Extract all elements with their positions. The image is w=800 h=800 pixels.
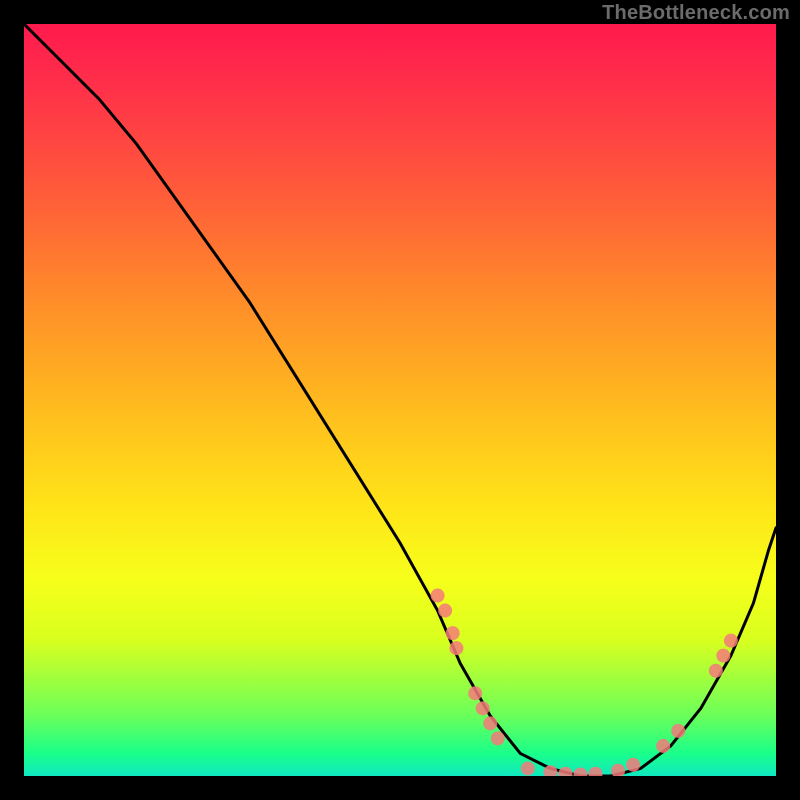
data-marker: [449, 641, 463, 655]
data-marker: [558, 767, 572, 776]
data-marker: [446, 626, 460, 640]
data-marker: [589, 767, 603, 776]
data-marker: [483, 716, 497, 730]
data-marker: [716, 649, 730, 663]
watermark-text: TheBottleneck.com: [602, 2, 790, 25]
bottleneck-curve: [24, 24, 776, 776]
plot-area: [24, 24, 776, 776]
data-marker: [438, 604, 452, 618]
chart-svg: [24, 24, 776, 776]
data-marker: [468, 686, 482, 700]
data-marker: [573, 768, 587, 777]
data-marker: [671, 724, 685, 738]
data-marker: [491, 731, 505, 745]
data-marker: [724, 634, 738, 648]
data-marker: [626, 758, 640, 772]
chart-frame: TheBottleneck.com: [0, 0, 800, 800]
data-marker: [521, 761, 535, 775]
data-marker: [476, 701, 490, 715]
data-marker: [709, 664, 723, 678]
data-marker: [656, 739, 670, 753]
data-marker: [611, 764, 625, 776]
data-marker: [431, 589, 445, 603]
